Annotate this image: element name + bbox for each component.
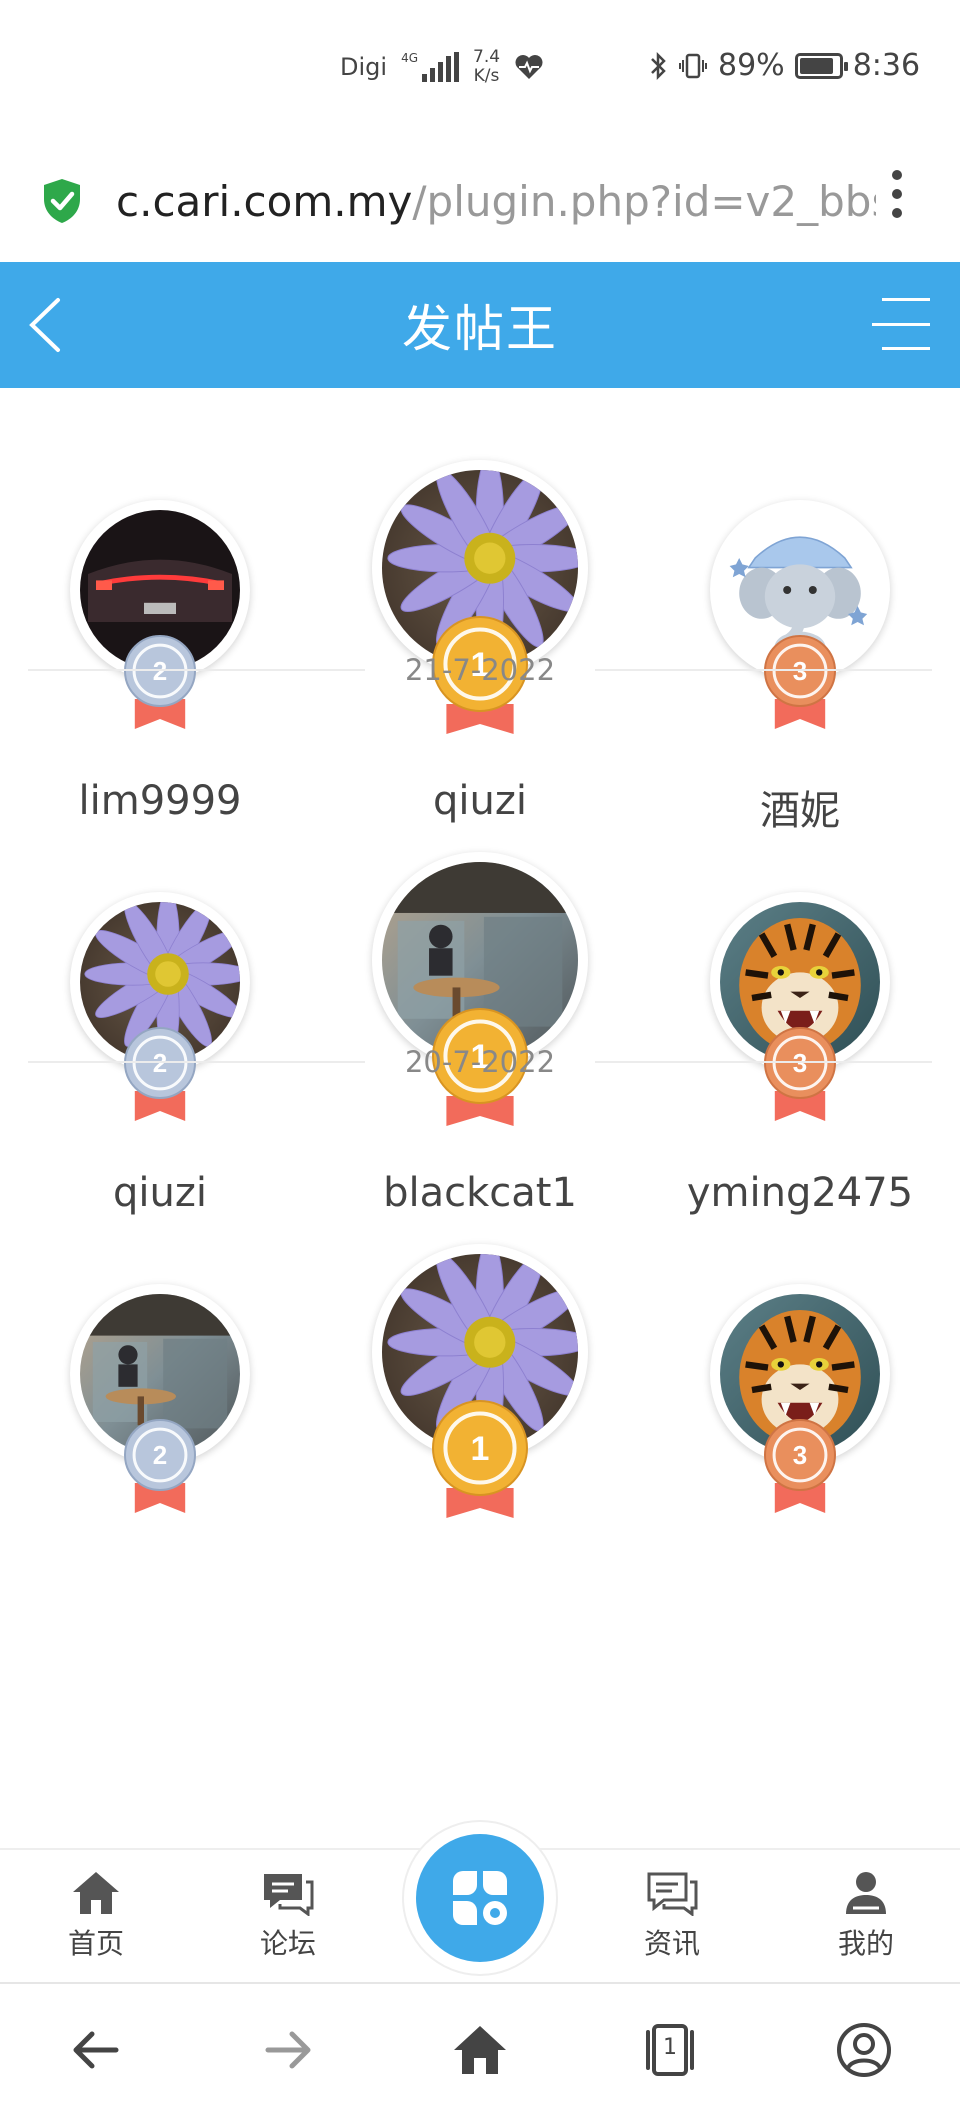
- home-icon: [73, 1872, 119, 1914]
- signal-icon: 4G: [401, 52, 459, 82]
- medal-rank-1-icon: 1: [432, 1400, 528, 1520]
- account-icon[interactable]: [834, 2020, 894, 2080]
- username[interactable]: blackcat1: [320, 1170, 640, 1216]
- nav-item-me[interactable]: 我的: [806, 1870, 926, 1962]
- forum-chat-icon: [264, 1874, 314, 1916]
- apps-clover-icon[interactable]: [416, 1834, 544, 1962]
- username[interactable]: 酒妮: [640, 778, 960, 836]
- date-separator: 20-7-2022: [28, 1042, 932, 1082]
- username[interactable]: yming2475: [640, 1170, 960, 1216]
- nav-label-forum: 论坛: [259, 1927, 316, 1960]
- heart-rate-icon: [515, 55, 543, 79]
- battery-percent: 89%: [718, 48, 785, 83]
- url-path: /plugin.php?id=v2_bbs: [412, 176, 876, 226]
- nav-label-home: 首页: [67, 1927, 124, 1960]
- shield-check-icon: [44, 179, 80, 223]
- battery-icon: [794, 52, 848, 79]
- battery-level-fill: [799, 57, 834, 74]
- nav-item-home[interactable]: 首页: [36, 1870, 156, 1962]
- data-rate: 7.4 K/s: [473, 48, 500, 86]
- url-text[interactable]: c.cari.com.my/plugin.php?id=v2_bbs: [116, 177, 876, 226]
- nav-item-news[interactable]: 资讯: [612, 1870, 732, 1962]
- bottom-tab-bar: 首页 论坛 资讯 我的: [0, 1820, 960, 1980]
- page-title: 发帖王: [402, 300, 558, 358]
- nav-label-me: 我的: [837, 1927, 894, 1960]
- status-bar: Digi 4G 7.4 K/s 89% 8:36: [0, 0, 960, 140]
- user-profile-icon: [846, 1872, 886, 1914]
- data-rate-unit: K/s: [473, 66, 500, 86]
- chevron-left-icon[interactable]: [22, 292, 72, 358]
- news-chat-icon: [647, 1872, 698, 1916]
- browser-toolbar: 1: [0, 1982, 960, 2112]
- rank-number: 2: [153, 1440, 167, 1470]
- nav-item-forum[interactable]: 论坛: [228, 1870, 348, 1962]
- date-separator: 21-7-2022: [28, 650, 932, 690]
- hamburger-menu-icon[interactable]: [870, 294, 930, 354]
- rank-number: 1: [471, 1430, 490, 1468]
- back-arrow-icon[interactable]: [66, 2020, 126, 2080]
- vibrate-icon: [679, 53, 707, 78]
- clock: 8:36: [852, 48, 921, 83]
- data-rate-value: 7.4: [473, 47, 501, 67]
- date-label: 20-7-2022: [404, 1045, 556, 1079]
- carrier-label: Digi: [340, 53, 388, 81]
- tab-count: 1: [663, 2035, 677, 2060]
- ranking-list: 2 lim9999 1 qiuzi 3 酒妮 21-7-2022 2 qiuzi 1 blackca…: [0, 388, 960, 1848]
- network-type-label: 4G: [401, 51, 418, 65]
- forward-arrow-icon[interactable]: [258, 2020, 318, 2080]
- nav-label-news: 资讯: [643, 1927, 700, 1960]
- medal-rank-3-icon: 3: [764, 1419, 836, 1515]
- tabs-icon[interactable]: 1: [640, 2020, 700, 2080]
- username[interactable]: lim9999: [0, 778, 320, 824]
- browser-home-icon[interactable]: [450, 2020, 510, 2080]
- page-header: 发帖王: [0, 262, 960, 388]
- username[interactable]: qiuzi: [320, 778, 640, 824]
- center-action-button[interactable]: [402, 1820, 558, 1976]
- url-host: c.cari.com.my: [116, 176, 413, 226]
- medal-rank-2-icon: 2: [124, 1419, 196, 1515]
- more-vert-icon[interactable]: [892, 170, 902, 218]
- browser-address-bar[interactable]: c.cari.com.my/plugin.php?id=v2_bbs: [0, 140, 960, 262]
- date-label: 21-7-2022: [404, 653, 556, 687]
- bluetooth-icon: [651, 51, 666, 80]
- rank-number: 3: [793, 1440, 807, 1470]
- username[interactable]: qiuzi: [0, 1170, 320, 1216]
